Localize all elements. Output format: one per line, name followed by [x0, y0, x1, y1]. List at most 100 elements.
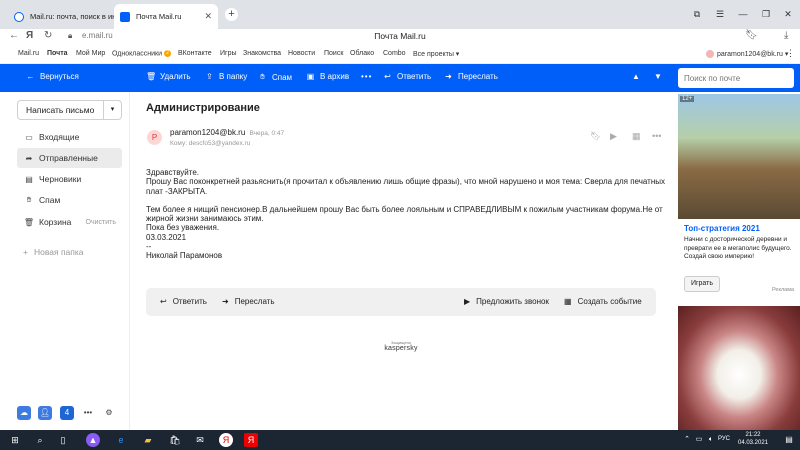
message-body: Здравствуйте. Прошу Вас поконкретней раз… — [146, 168, 666, 261]
all-projects-dropdown[interactable]: Все проекты ▾ — [413, 50, 459, 58]
settings-gear-icon[interactable]: ⚙ — [102, 406, 116, 420]
create-event-button[interactable]: ▦ Создать событие — [564, 297, 642, 306]
portal-link-vkontakte[interactable]: ВКонтакте — [178, 50, 212, 57]
more-vertical-icon[interactable]: ⋮ — [786, 48, 795, 59]
minimize-icon[interactable]: — — [736, 7, 750, 21]
portal-link-poisk[interactable]: Поиск — [324, 50, 343, 57]
tab-pochta[interactable]: Почта Mail.ru ✕ — [114, 4, 218, 29]
notifications-icon[interactable]: ▤ — [782, 433, 796, 447]
portal-link-oblako[interactable]: Облако — [350, 50, 374, 57]
sidebar-item-trash[interactable]: 🗑︎ Корзина Очистить — [17, 212, 122, 232]
calendar-app-icon[interactable]: 4 — [60, 406, 74, 420]
mailru-favicon-icon — [14, 11, 24, 22]
video-call-icon[interactable]: ▶ — [610, 131, 617, 142]
quick-actions-bar: ↩ Ответить ➜ Переслать ▶ Предложить звонок … — [146, 288, 656, 316]
file-explorer-icon[interactable]: ▰ — [141, 433, 155, 447]
new-folder-label: Новая папка — [33, 247, 84, 257]
chevron-down-icon[interactable]: ▾ — [103, 101, 121, 119]
sidebar-item-drafts[interactable]: ▤ Черновики — [17, 169, 122, 189]
recipient: Кому: descfo53@yandex.ru — [170, 140, 251, 147]
portal-link-igry[interactable]: Игры — [220, 50, 237, 57]
delete-button[interactable]: 🗑︎ Удалить — [146, 72, 191, 81]
archive-button[interactable]: ▣ В архив — [306, 72, 349, 81]
search-icon[interactable]: ⌕ — [33, 433, 47, 447]
clock[interactable]: 21:22 04.03.2021 — [738, 432, 768, 447]
sidebar-item-label: Отправленные — [39, 153, 98, 163]
sender-avatar[interactable]: P — [147, 130, 162, 145]
search-area — [672, 64, 800, 92]
search-input[interactable] — [678, 68, 794, 88]
sender-email[interactable]: paramon1204@bk.ru Вчера, 0:47 — [170, 128, 284, 137]
notification-badge: 2 — [164, 50, 172, 57]
advertisement: 12+ Топ-стратегия 2021 Начни с досториче… — [672, 92, 800, 430]
portal-link-moy-mir[interactable]: Мой Мир — [76, 50, 105, 57]
sidebar-item-sent[interactable]: ➦ Отправленные — [17, 148, 122, 168]
ad-text: Начни с досторической деревни и преврати… — [684, 236, 792, 260]
menu-icon[interactable]: ☰ — [713, 7, 727, 21]
reply-button[interactable]: ↩ Ответить — [383, 72, 431, 81]
yandex-browser-icon[interactable]: Я — [219, 433, 233, 447]
inbox-icon: ▭ — [25, 132, 33, 142]
back-label: Вернуться — [40, 72, 79, 81]
kaspersky-logo: kaspersky — [384, 345, 418, 352]
alice-icon[interactable]: ▲ — [86, 433, 100, 447]
volume-icon[interactable]: 🔈︎ — [704, 433, 718, 447]
user-account-menu[interactable]: paramon1204@bk.ru ▾ — [717, 50, 788, 58]
back-button[interactable]: ← Вернуться — [26, 72, 79, 81]
mail-app-icon[interactable]: ✉ — [193, 433, 207, 447]
portal-link-mailru[interactable]: Mail.ru — [18, 50, 39, 57]
calendar-event-icon[interactable]: ▦ — [632, 131, 641, 142]
new-tab-button[interactable]: + — [225, 8, 238, 21]
more-apps-icon[interactable]: ••• — [81, 406, 95, 420]
ad-play-button[interactable]: Играть — [684, 276, 720, 292]
spam-button[interactable]: ✋︎ Спам — [258, 72, 292, 82]
compose-label: Написать письмо — [26, 105, 95, 115]
cloud-app-icon[interactable]: ☁ — [17, 406, 31, 420]
close-tab-icon[interactable]: ✕ — [198, 11, 212, 22]
ad-dental-image[interactable] — [678, 306, 800, 430]
tab-mailru-search[interactable]: Mail.ru: почта, поиск в ин — [8, 4, 114, 29]
tabs-icon[interactable]: ⧉ — [690, 7, 704, 21]
portal-link-pochta[interactable]: Почта — [47, 50, 68, 57]
language-indicator[interactable]: РУС — [718, 436, 730, 442]
sidebar-item-inbox[interactable]: ▭ Входящие — [17, 127, 122, 147]
previous-message-icon[interactable]: ▲ — [632, 72, 640, 81]
download-icon[interactable]: ⤓ — [784, 30, 788, 41]
task-view-icon[interactable]: ▯ — [56, 433, 70, 447]
compose-button[interactable]: Написать письмо ▾ — [17, 100, 122, 120]
reply-action-button[interactable]: ↩ Ответить — [160, 297, 207, 306]
video-camera-icon: ▶ — [464, 297, 471, 306]
portal-link-combo[interactable]: Combo — [383, 50, 406, 57]
portal-link-odnoklassniki[interactable]: Одноклассники 2 — [112, 50, 172, 57]
windows-start-icon[interactable]: ⊞ — [8, 433, 22, 447]
body-line: Здравствуйте. — [146, 168, 200, 177]
restore-icon[interactable]: ❐ — [759, 7, 773, 21]
forward-button[interactable]: ➜ Переслать — [444, 72, 498, 81]
reply-icon: ↩ — [384, 72, 391, 81]
bookmark-icon[interactable]: 🔖︎ — [745, 30, 758, 41]
edge-icon[interactable]: e — [114, 433, 128, 447]
yandex-app-icon[interactable]: Я — [244, 433, 258, 447]
next-message-icon[interactable]: ▼ — [654, 72, 662, 81]
suggest-call-button[interactable]: ▶ Предложить звонок — [464, 297, 549, 306]
bookmark-flag-icon[interactable]: 🔖︎ — [590, 131, 601, 142]
delete-label: Удалить — [160, 72, 191, 81]
tab-label: Почта Mail.ru — [136, 12, 182, 21]
clock-date: 04.03.2021 — [738, 439, 769, 446]
portal-link-znakomstva[interactable]: Знакомства — [243, 50, 281, 57]
more-options-icon[interactable]: ••• — [652, 131, 661, 141]
forward-action-button[interactable]: ➜ Переслать — [222, 297, 275, 306]
close-window-icon[interactable]: ✕ — [781, 7, 795, 21]
move-to-folder-button[interactable]: ⇪ В папку — [205, 72, 247, 81]
ad-title[interactable]: Топ-стратегия 2021 — [684, 224, 760, 233]
contacts-app-icon[interactable]: 👤︎ — [38, 406, 52, 420]
store-icon[interactable]: 🛍︎ — [168, 433, 182, 447]
sidebar-item-spam[interactable]: ✋︎ Спам — [17, 190, 122, 210]
new-folder-button[interactable]: + Новая папка — [23, 247, 84, 257]
archive-label: В архив — [320, 72, 350, 81]
more-actions-button[interactable]: ••• — [361, 72, 372, 81]
ad-game-image[interactable]: 12+ — [678, 94, 800, 219]
empty-trash-link[interactable]: Очистить — [86, 219, 116, 226]
folder-move-icon: ⇪ — [206, 72, 213, 81]
portal-link-novosti[interactable]: Новости — [288, 50, 315, 57]
